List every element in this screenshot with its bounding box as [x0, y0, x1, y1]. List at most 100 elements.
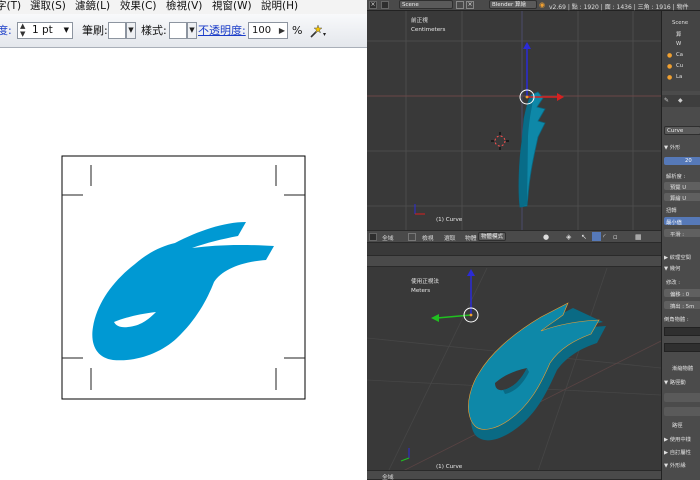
- brush-swatch[interactable]: [108, 22, 126, 39]
- add-scene-icon[interactable]: [456, 1, 464, 9]
- chevron-right-icon[interactable]: ▶: [279, 23, 285, 38]
- offset-field[interactable]: 偏移 : 0: [664, 289, 700, 298]
- menu-select[interactable]: 選取: [444, 233, 456, 242]
- geometry-section[interactable]: ▼ 幾何: [664, 264, 680, 272]
- outliner-scene[interactable]: Scene: [672, 20, 688, 26]
- extrude-label: 擠出 : 5m: [670, 304, 695, 310]
- scale-icon[interactable]: ▫: [613, 233, 618, 241]
- layers-icon[interactable]: ▦: [635, 233, 642, 241]
- bottom-view-units: Meters: [411, 288, 431, 294]
- artboard-canvas[interactable]: [0, 48, 367, 480]
- resolution-label: 解析度 :: [666, 174, 686, 180]
- illustrator-window: 字(T) 選取(S) 濾鏡(L) 效果(C) 檢視(V) 視窗(W) 說明(H)…: [0, 0, 367, 480]
- bottom-menu-global[interactable]: 全域: [382, 472, 394, 480]
- style-swatch[interactable]: [169, 22, 187, 39]
- menu-view[interactable]: 檢視: [422, 233, 434, 242]
- outliner: Scene 算 W Ca Cu La ● ● ●: [662, 11, 700, 91]
- bottom-viewport-top-bar: [367, 255, 661, 267]
- render-engine-selector[interactable]: Blender 算繪: [489, 0, 537, 9]
- object-icon[interactable]: ◆: [678, 97, 683, 104]
- curve-name-field[interactable]: Curve: [664, 126, 700, 135]
- viewport-perspective[interactable]: 使用正視法 Meters (1) Curve: [367, 268, 661, 474]
- stepper-down-icon[interactable]: ▼: [20, 31, 25, 38]
- preview-u-field[interactable]: 預覽 U: [664, 182, 700, 191]
- texture-space-section[interactable]: ▶ 紋理空間: [664, 253, 691, 261]
- shading-icon[interactable]: ●: [543, 233, 549, 241]
- render-u-field[interactable]: 算繪 U: [664, 193, 700, 202]
- extrude-field[interactable]: 擠出 : 5m: [664, 301, 700, 310]
- viewport-header: 全域 檢視 選取 物體 物體模式 ● ◈ ↖ ◜ ▫ ▦: [367, 230, 661, 243]
- resolution-value: 20: [685, 158, 692, 164]
- style-dropdown-icon[interactable]: ▼: [187, 22, 197, 39]
- delete-scene-icon[interactable]: ×: [466, 1, 474, 9]
- outliner-render[interactable]: 算: [676, 30, 681, 38]
- translate-icon[interactable]: [592, 232, 601, 241]
- brush-dropdown-icon[interactable]: ▼: [126, 22, 136, 39]
- opacity-field[interactable]: 100 ▶: [248, 22, 288, 39]
- modify-label: 修改 :: [666, 280, 681, 286]
- use-path-section[interactable]: ▶ 使用中樣: [664, 435, 691, 443]
- outliner-world[interactable]: W: [676, 41, 681, 47]
- menu-global[interactable]: 全域: [382, 233, 394, 242]
- custom-props-section[interactable]: ▶ 自訂屬性: [664, 448, 691, 456]
- recolor-icon[interactable]: [308, 22, 328, 40]
- stroke-label: 度:: [0, 24, 12, 37]
- menu-select[interactable]: 選取(S): [30, 0, 66, 13]
- opacity-link[interactable]: 不透明度:: [198, 23, 246, 39]
- properties-panel: Scene 算 W Ca Cu La ● ● ● ✎ ◆ Curve ▼ 外形 …: [661, 11, 700, 480]
- front-view-graphics: [367, 11, 661, 241]
- property-tabs[interactable]: ✎ ◆: [662, 95, 700, 107]
- layout-icon[interactable]: [381, 1, 389, 9]
- view-icon[interactable]: [408, 233, 416, 241]
- bottom-view-name: 使用正視法: [411, 279, 439, 285]
- top-view-name: 前正視: [411, 18, 428, 24]
- menu-object[interactable]: 物體: [465, 233, 477, 242]
- twist-label: 扭轉: [666, 208, 677, 214]
- menu-effect[interactable]: 效果(C): [120, 0, 157, 13]
- scene-selector[interactable]: Scene: [399, 0, 453, 9]
- tools-icon[interactable]: ✎: [664, 97, 669, 104]
- rotate-icon[interactable]: ◜: [603, 233, 606, 241]
- blender-window: × Scene × Blender 算繪 ◉ v2.69 | 點 : 1920 …: [367, 0, 700, 480]
- offset-label: 偏移 : 0: [670, 292, 690, 298]
- taper-object-field[interactable]: [664, 343, 700, 352]
- twist-min-label: 最小值: [666, 220, 682, 226]
- twist-min-field[interactable]: 最小值: [664, 217, 700, 226]
- outliner-camera[interactable]: Ca: [676, 52, 683, 58]
- menu-filter[interactable]: 濾鏡(L): [75, 0, 110, 13]
- blender-info-header: × Scene × Blender 算繪 ◉ v2.69 | 點 : 1920 …: [367, 0, 700, 11]
- outliner-lamp[interactable]: La: [676, 74, 682, 80]
- menu-window[interactable]: 視窗(W): [212, 0, 252, 13]
- bevel-object-field[interactable]: [664, 327, 700, 336]
- illustrator-menubar: 字(T) 選取(S) 濾鏡(L) 效果(C) 檢視(V) 視窗(W) 說明(H): [0, 0, 367, 14]
- mode-selector[interactable]: 物體模式: [478, 232, 507, 241]
- resolution-bar[interactable]: 20: [664, 157, 700, 165]
- shape-section[interactable]: ▼ 外形: [664, 143, 680, 151]
- menu-help[interactable]: 說明(H): [261, 0, 298, 13]
- pivot-icon[interactable]: ◈: [566, 233, 571, 241]
- outer-shape-section[interactable]: ▼ 外形緣: [664, 461, 686, 469]
- blender-logo-icon: ◉: [539, 1, 546, 9]
- stepper-up-icon[interactable]: ▲: [20, 23, 25, 30]
- menu-type[interactable]: 字(T): [0, 0, 21, 13]
- bevel-object-label: 倒角物體 :: [664, 317, 689, 323]
- outliner-curve[interactable]: Cu: [676, 63, 683, 69]
- chevron-down-icon[interactable]: ▼: [64, 23, 69, 38]
- curve-object-perspective[interactable]: [468, 302, 606, 441]
- smooth-field[interactable]: 平滑 :: [664, 229, 700, 238]
- viewport-front[interactable]: 前正視 Centimeters (1) Curve: [367, 11, 661, 241]
- opacity-value: 100: [252, 25, 272, 36]
- close-icon[interactable]: ×: [369, 1, 377, 9]
- menu-view[interactable]: 檢視(V): [166, 0, 202, 13]
- bottom-viewport-header: 全域: [367, 470, 661, 480]
- stroke-weight-field[interactable]: ▲ ▼ 1 pt ▼: [17, 22, 73, 39]
- editor-type-icon[interactable]: [369, 233, 377, 241]
- camera-icon: ●: [667, 52, 673, 59]
- eval-time-field[interactable]: [664, 407, 700, 416]
- taper-label: 漸縮物體: [672, 366, 694, 372]
- path-animation-section[interactable]: ▼ 路徑動: [664, 378, 686, 386]
- brush-label: 筆刷:: [82, 24, 108, 37]
- render-u-label: 算繪 U: [670, 196, 687, 202]
- frames-field[interactable]: [664, 393, 700, 402]
- manipulator-icon[interactable]: ↖: [581, 233, 587, 241]
